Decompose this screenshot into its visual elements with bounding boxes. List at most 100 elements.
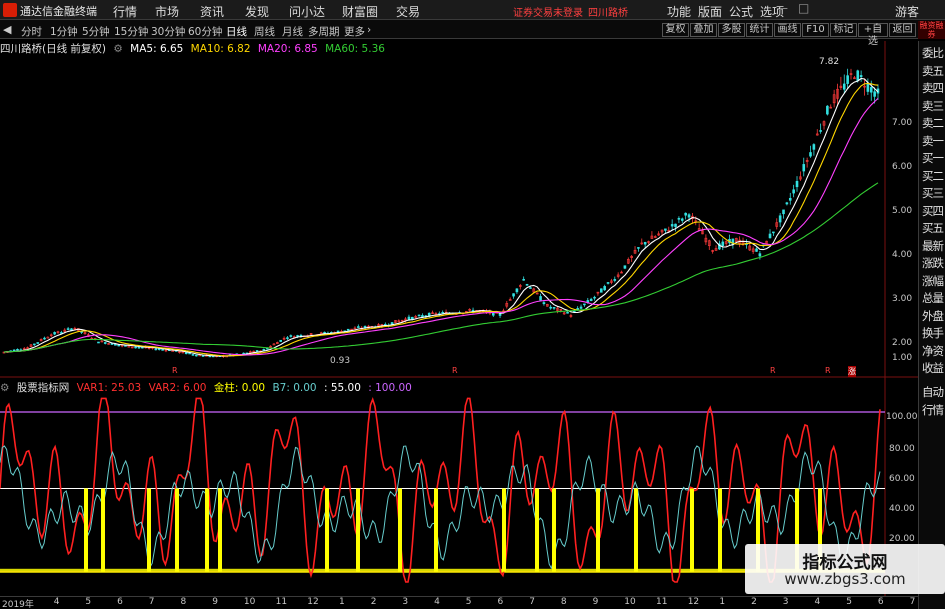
candle-body — [583, 303, 586, 306]
gold-bar — [218, 488, 222, 572]
sidebar-item[interactable]: 买五 — [920, 220, 945, 236]
gold-bar — [356, 488, 360, 572]
x-tick-label: 2 — [751, 597, 757, 607]
candle-body — [721, 241, 725, 247]
sidebar-item[interactable]: 收益 — [920, 360, 945, 376]
x-tick-label: 6 — [117, 597, 123, 607]
candle-body — [103, 342, 107, 344]
candle-body — [566, 311, 569, 314]
sidebar-item[interactable]: 最新 — [920, 238, 945, 254]
candle-body — [792, 189, 795, 194]
x-tick-label: 7 — [529, 597, 535, 607]
sidebar-item[interactable]: 买三 — [920, 185, 945, 201]
candle-body — [323, 331, 326, 334]
candle-body — [33, 343, 36, 346]
sidebar-item[interactable]: 总量 — [920, 290, 945, 306]
ma10-label: MA10: 6.82 — [190, 43, 251, 55]
x-tick-label: 1 — [719, 597, 726, 607]
y-tick-sub: 40.00 — [889, 504, 915, 514]
candle-body — [195, 354, 198, 357]
sidebar-item[interactable]: 行情 — [920, 402, 945, 418]
gold-bar-label: 金柱: 0.00 — [213, 382, 266, 394]
candle-body — [552, 307, 556, 309]
line55-label: : 55.00 — [323, 382, 361, 394]
candle-body — [272, 343, 276, 346]
event-marker[interactable]: R — [172, 366, 178, 375]
settings-gear-icon[interactable]: ⚙ — [113, 43, 122, 55]
sidebar-item[interactable]: 涨跌 — [920, 255, 945, 271]
sidebar-item[interactable]: 自动 — [920, 384, 945, 400]
x-tick-label: 8 — [560, 597, 567, 607]
candle-body — [346, 328, 350, 331]
sidebar-item[interactable]: 卖五 — [920, 63, 945, 79]
y-tick-main: 7.00 — [892, 118, 913, 128]
candle-body — [643, 241, 647, 245]
watermark-url: www.zbgs3.com — [784, 570, 906, 588]
candle-body — [336, 330, 340, 333]
high-price-label: 7.82 — [819, 57, 840, 67]
b7-label: B7: 0.00 — [272, 382, 317, 394]
x-axis: 2019年 4 5 6 7 8 9 10 11 12 1 2 3 4 5 6 7 8 9 10 11 12 1 2 3 4 5 6 7 — [0, 596, 918, 609]
candle-body — [441, 312, 444, 314]
candle-body — [417, 314, 421, 317]
gold-bar — [205, 488, 209, 572]
ma-line — [3, 182, 879, 353]
candle-body — [515, 288, 519, 293]
candle-body — [795, 180, 799, 188]
candle-body — [772, 231, 775, 234]
gold-bar — [434, 488, 438, 572]
event-marker[interactable]: R — [452, 366, 458, 375]
candle-body — [43, 337, 46, 340]
sidebar-item[interactable]: 买二 — [920, 168, 945, 184]
x-tick-label: 4 — [814, 597, 821, 607]
line100-label: : 100.00 — [368, 382, 412, 394]
y-tick-main: 5.00 — [892, 206, 913, 216]
indicator-header: ⚙ 股票指标网 VAR1: 25.03 VAR2: 6.00 金柱: 0.00 … — [0, 380, 416, 394]
x-tick-label: 7 — [148, 597, 155, 607]
candle-body — [812, 144, 816, 150]
candle-body — [613, 279, 617, 281]
low-price-label: 0.93 — [330, 356, 351, 366]
candle-body — [606, 282, 610, 284]
candle-body — [819, 130, 822, 132]
candle-body — [758, 253, 762, 257]
candle-body — [161, 349, 164, 351]
x-tick-label: 12 — [687, 597, 700, 607]
quote-sidebar: 委比卖五 卖四卖三 卖二卖一 买一买二 买三买四 买五最新 涨跌涨幅 总量外盘 换手净资 收益自动… — [918, 41, 945, 609]
x-tick-label: 8 — [180, 597, 187, 607]
chart-area[interactable] — [0, 0, 918, 609]
x-tick-label: 5 — [846, 597, 852, 607]
sidebar-item[interactable]: 卖一 — [920, 133, 945, 149]
moving-average-lines — [3, 77, 879, 357]
candle-body — [869, 87, 873, 93]
x-tick-label: 11 — [656, 597, 668, 607]
ma-line — [3, 77, 879, 357]
sidebar-item[interactable]: 卖二 — [920, 115, 945, 131]
sidebar-item[interactable]: 换手 — [920, 325, 945, 341]
sidebar-item[interactable]: 卖四 — [920, 80, 945, 96]
sidebar-item[interactable]: 买四 — [920, 203, 945, 219]
candle-body — [36, 342, 40, 344]
gold-bar — [596, 488, 600, 572]
candle-body — [289, 335, 293, 337]
y-tick-sub: 60.00 — [889, 474, 915, 484]
limit-up-marker[interactable]: 涨 — [848, 366, 856, 377]
candle-body — [755, 248, 758, 252]
gold-bar — [634, 488, 638, 572]
var1-label: VAR1: 25.03 — [76, 382, 142, 394]
y-tick-sub: 20.00 — [889, 534, 915, 544]
sidebar-item[interactable]: 买一 — [920, 150, 945, 166]
candle-body — [525, 284, 529, 286]
candle-body — [421, 315, 424, 318]
settings-gear-icon[interactable]: ⚙ — [0, 382, 9, 394]
sidebar-item[interactable]: 卖三 — [920, 98, 945, 114]
x-tick-label: 6 — [877, 597, 884, 607]
sidebar-item[interactable]: 净资 — [920, 343, 945, 359]
candle-body — [279, 339, 283, 342]
event-marker[interactable]: R — [770, 366, 776, 375]
gold-bar — [398, 488, 402, 572]
sidebar-item[interactable]: 外盘 — [920, 308, 945, 324]
sidebar-item[interactable]: 涨幅 — [920, 273, 945, 289]
sidebar-item[interactable]: 委比 — [920, 45, 945, 61]
event-marker[interactable]: R — [825, 366, 831, 375]
